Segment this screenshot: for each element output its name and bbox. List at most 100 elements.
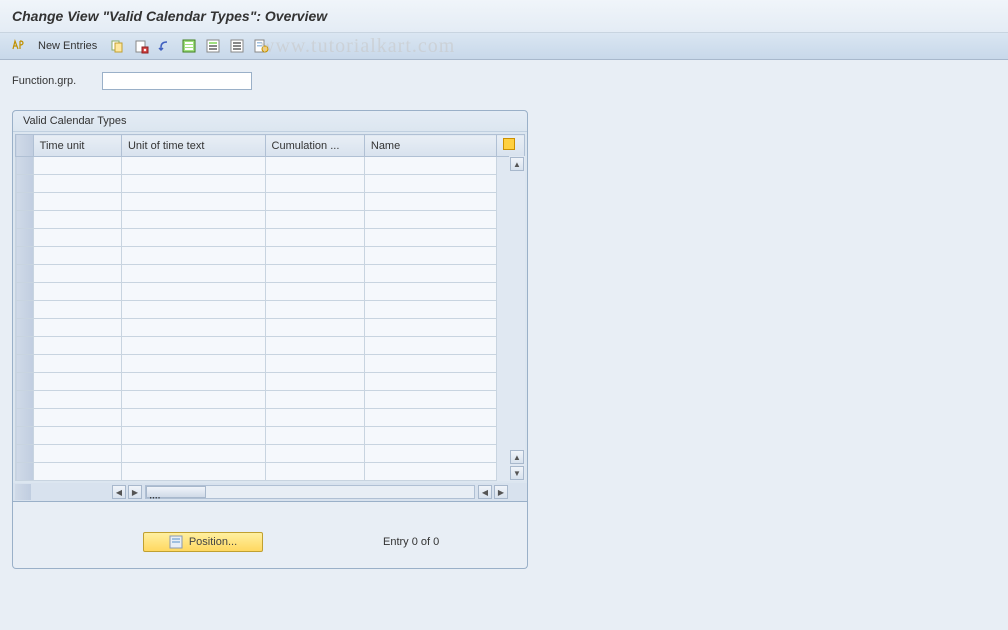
cell[interactable] — [265, 463, 364, 481]
cell[interactable] — [265, 157, 364, 175]
cell[interactable] — [33, 445, 121, 463]
delete-icon[interactable] — [133, 38, 149, 54]
row-selector[interactable] — [16, 175, 34, 193]
cell[interactable] — [265, 175, 364, 193]
toggle-icon[interactable] — [10, 38, 26, 54]
cell[interactable] — [121, 373, 265, 391]
cell[interactable] — [33, 391, 121, 409]
cell[interactable] — [33, 409, 121, 427]
cell[interactable] — [265, 427, 364, 445]
select-all-icon[interactable] — [181, 38, 197, 54]
cell[interactable] — [364, 283, 496, 301]
select-block-icon[interactable] — [205, 38, 221, 54]
cell[interactable] — [121, 283, 265, 301]
cell[interactable] — [33, 319, 121, 337]
col-time-unit[interactable]: Time unit — [33, 135, 121, 157]
row-selector[interactable] — [16, 265, 34, 283]
cell[interactable] — [265, 391, 364, 409]
scroll-up2-icon[interactable]: ▲ — [510, 450, 524, 464]
row-selector[interactable] — [16, 229, 34, 247]
cell[interactable] — [33, 337, 121, 355]
cell[interactable] — [364, 409, 496, 427]
cell[interactable] — [265, 373, 364, 391]
col-name[interactable]: Name — [364, 135, 496, 157]
cell[interactable] — [364, 229, 496, 247]
row-selector[interactable] — [16, 391, 34, 409]
cell[interactable] — [121, 211, 265, 229]
function-group-input[interactable] — [102, 72, 252, 90]
scroll-down-icon[interactable]: ▼ — [510, 466, 524, 480]
cell[interactable] — [33, 373, 121, 391]
cell[interactable] — [265, 193, 364, 211]
configure-icon[interactable] — [253, 38, 269, 54]
cell[interactable] — [364, 337, 496, 355]
cell[interactable] — [33, 193, 121, 211]
cell[interactable] — [33, 301, 121, 319]
cell[interactable] — [33, 157, 121, 175]
cell[interactable] — [121, 427, 265, 445]
scroll-left-icon[interactable]: ◀ — [112, 485, 126, 499]
row-selector[interactable] — [16, 157, 34, 175]
cell[interactable] — [121, 409, 265, 427]
cell[interactable] — [265, 319, 364, 337]
cell[interactable] — [265, 229, 364, 247]
cell[interactable] — [364, 445, 496, 463]
cell[interactable] — [121, 319, 265, 337]
cell[interactable] — [33, 427, 121, 445]
vertical-scrollbar[interactable]: ▲ ▲ ▼ — [509, 156, 525, 481]
cell[interactable] — [33, 247, 121, 265]
cell[interactable] — [121, 247, 265, 265]
row-selector[interactable] — [16, 301, 34, 319]
row-selector[interactable] — [16, 463, 34, 481]
cell[interactable] — [265, 283, 364, 301]
col-unit-of-time-text[interactable]: Unit of time text — [121, 135, 265, 157]
cell[interactable] — [121, 463, 265, 481]
cell[interactable] — [364, 391, 496, 409]
row-selector[interactable] — [16, 337, 34, 355]
undo-icon[interactable] — [157, 38, 173, 54]
cell[interactable] — [121, 193, 265, 211]
hscroll-track[interactable]: ᠁ — [145, 485, 475, 499]
row-selector[interactable] — [16, 283, 34, 301]
cell[interactable] — [121, 265, 265, 283]
horizontal-scrollbar[interactable]: ◀ ▶ ᠁ ◀ ▶ — [13, 483, 527, 501]
cell[interactable] — [364, 319, 496, 337]
row-selector[interactable] — [16, 409, 34, 427]
table-settings[interactable] — [497, 135, 525, 157]
cell[interactable] — [364, 301, 496, 319]
cell[interactable] — [33, 463, 121, 481]
cell[interactable] — [364, 373, 496, 391]
deselect-all-icon[interactable] — [229, 38, 245, 54]
cell[interactable] — [364, 211, 496, 229]
cell[interactable] — [33, 283, 121, 301]
select-all-rows[interactable] — [16, 135, 34, 157]
row-selector[interactable] — [16, 193, 34, 211]
row-selector[interactable] — [16, 247, 34, 265]
scroll-left2-icon[interactable]: ◀ — [478, 485, 492, 499]
cell[interactable] — [364, 247, 496, 265]
cell[interactable] — [33, 229, 121, 247]
row-selector[interactable] — [16, 211, 34, 229]
scroll-right-icon[interactable]: ▶ — [128, 485, 142, 499]
row-selector[interactable] — [16, 355, 34, 373]
cell[interactable] — [364, 355, 496, 373]
copy-icon[interactable] — [109, 38, 125, 54]
cell[interactable] — [364, 463, 496, 481]
cell[interactable] — [364, 427, 496, 445]
cell[interactable] — [121, 229, 265, 247]
hscroll-thumb[interactable]: ᠁ — [146, 486, 206, 498]
cell[interactable] — [265, 445, 364, 463]
cell[interactable] — [265, 337, 364, 355]
row-selector[interactable] — [16, 427, 34, 445]
cell[interactable] — [121, 355, 265, 373]
cell[interactable] — [33, 355, 121, 373]
cell[interactable] — [121, 301, 265, 319]
new-entries-button[interactable]: New Entries — [34, 40, 101, 52]
cell[interactable] — [364, 175, 496, 193]
cell[interactable] — [121, 175, 265, 193]
cell[interactable] — [265, 409, 364, 427]
cell[interactable] — [121, 157, 265, 175]
cell[interactable] — [33, 211, 121, 229]
cell[interactable] — [364, 157, 496, 175]
row-selector[interactable] — [16, 373, 34, 391]
